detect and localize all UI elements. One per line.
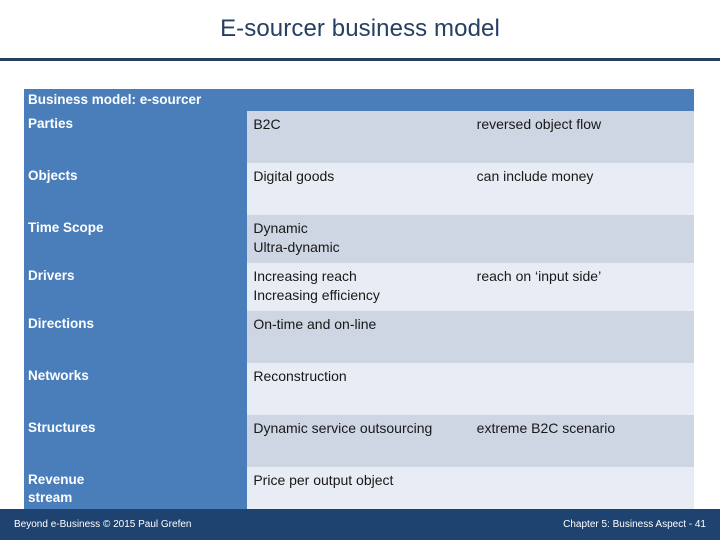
table-row: Parties B2C reversed object flow [24,111,694,163]
row-value: Dynamic service outsourcing [247,415,471,467]
row-note [470,363,694,415]
row-note: reach on ‘input side’ [470,263,694,311]
row-note [470,215,694,263]
row-note [470,311,694,363]
table-row: Directions On-time and on-line [24,311,694,363]
business-model-table: Business model: e-sourcer Parties B2C reve… [24,89,694,519]
row-note-text: extreme B2C scenario [476,420,616,436]
row-note: extreme B2C scenario [470,415,694,467]
table-rows-container: Parties B2C reversed object flow Objects Dig… [24,111,694,519]
row-label-text: Parties [28,116,74,131]
table-row: Objects Digital goods can include money [24,163,694,215]
row-note: reversed object flow [470,111,694,163]
row-label-text: Time Scope [28,220,104,235]
row-label-directions: Directions [24,311,248,363]
row-value: B2C [247,111,471,163]
row-value-text-line2: Increasing efficiency [253,287,380,303]
row-label-text: Drivers [28,268,75,283]
row-value: Reconstruction [247,363,471,415]
title-divider-rule [0,58,720,61]
business-model-table-body: Business model: e-sourcer [24,89,694,111]
row-label-parties: Parties [24,111,248,163]
row-label-text-line2: stream [28,490,73,505]
row-value-text: On-time and on-line [253,316,377,332]
row-label-structures: Structures [24,415,248,467]
footer-bar: Beyond e-Business © 2015 Paul Grefen Cha… [0,509,720,540]
footer-copyright: Beyond e-Business © 2015 Paul Grefen [14,519,192,530]
row-value: Increasing reach Increasing efficiency [247,263,471,311]
row-value-text: B2C [253,116,281,132]
row-note: can include money [470,163,694,215]
row-value: On-time and on-line [247,311,471,363]
row-label-drivers: Drivers [24,263,248,311]
slide-title: E-sourcer business model [220,15,500,42]
row-label-text: Revenue [28,472,85,487]
table-header-title: Business model: e-sourcer [24,89,694,111]
table-row: Structures Dynamic service outsourcing ext… [24,415,694,467]
table-row: Networks Reconstruction [24,363,694,415]
row-value-text: Price per output object [253,472,394,488]
footer-chapter-page: Chapter 5: Business Aspect - 41 [563,519,706,530]
row-label-objects: Objects [24,163,248,215]
row-note-text: reach on ‘input side’ [476,268,602,284]
row-value-text: Digital goods [253,168,335,184]
row-label-text: Directions [28,316,95,331]
table-row: Time Scope Dynamic Ultra-dynamic [24,215,694,263]
row-value-text: Dynamic [253,220,308,236]
row-value: Digital goods [247,163,471,215]
row-value-text-line2: Ultra-dynamic [253,239,340,255]
row-label-networks: Networks [24,363,248,415]
row-value-text: Dynamic service outsourcing [253,420,433,436]
table-row: Drivers Increasing reach Increasing effici… [24,263,694,311]
row-label-text: Objects [28,168,78,183]
row-label-text: Networks [28,368,89,383]
row-value-text: Reconstruction [253,368,347,384]
table-header-row: Business model: e-sourcer [24,89,694,111]
row-note-text: reversed object flow [476,116,602,132]
row-value-text: Increasing reach [253,268,357,284]
row-label-time-scope: Time Scope [24,215,248,263]
row-label-text: Structures [28,420,96,435]
row-value: Dynamic Ultra-dynamic [247,215,471,263]
row-note-text: can include money [476,168,594,184]
